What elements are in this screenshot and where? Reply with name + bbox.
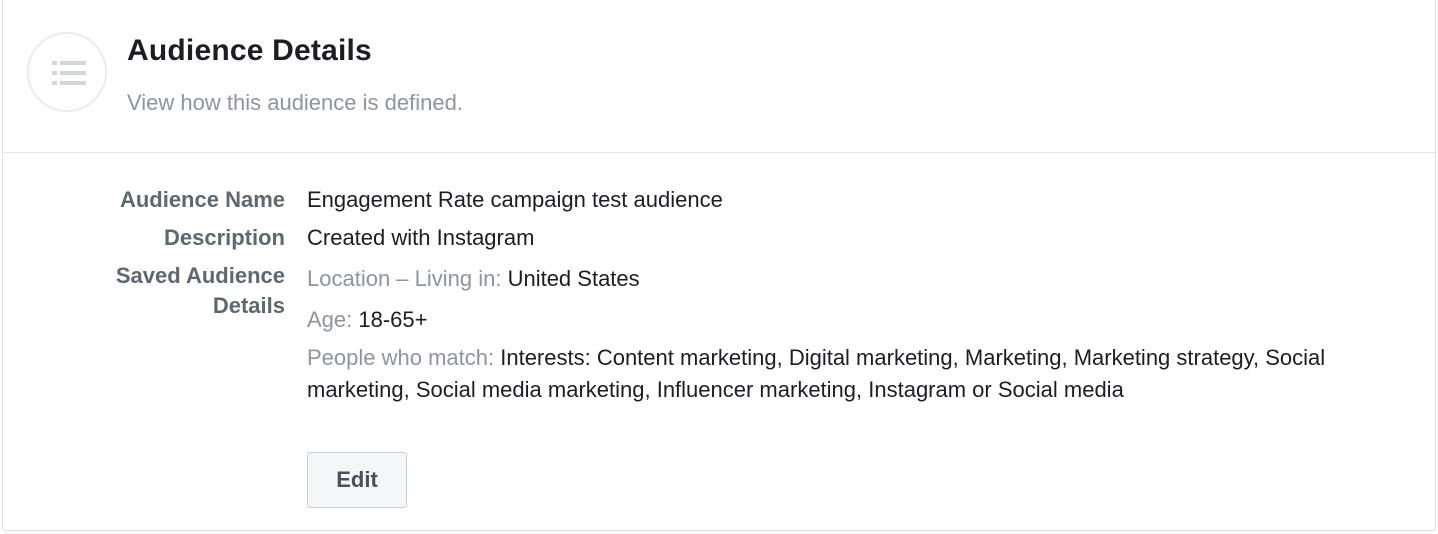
saved-audience-details-label-line2: Details [212,293,285,318]
edit-button[interactable]: Edit [307,452,407,508]
age-label: Age: [307,307,359,332]
description-label: Description [163,225,285,250]
age-value-line: Age: 18-65+ [307,305,428,335]
description-value: Created with Instagram [307,225,535,250]
audience-details-card: Audience Details View how this audience … [2,0,1436,531]
list-icon [27,32,107,112]
list-glyph [52,61,86,85]
page-title: Audience Details [127,34,372,67]
location-value-line: Location – Living in: United States [307,264,640,294]
people-who-match-label: People who match: [307,345,501,370]
saved-audience-details-label-line1: Saved Audience [115,263,285,288]
age-value: 18-65+ [358,307,428,332]
saved-audience-details-label: Saved Audience Details [116,261,285,321]
people-who-match: People who match: Interests: Content mar… [307,342,1377,406]
location-label: Location – Living in: [307,266,508,291]
audience-name-value: Engagement Rate campaign test audience [307,187,723,212]
audience-name-label: Audience Name [119,187,285,212]
location-value: United States [507,266,640,291]
page-subtitle: View how this audience is defined. [127,90,463,115]
card-header: Audience Details View how this audience … [3,0,1435,153]
